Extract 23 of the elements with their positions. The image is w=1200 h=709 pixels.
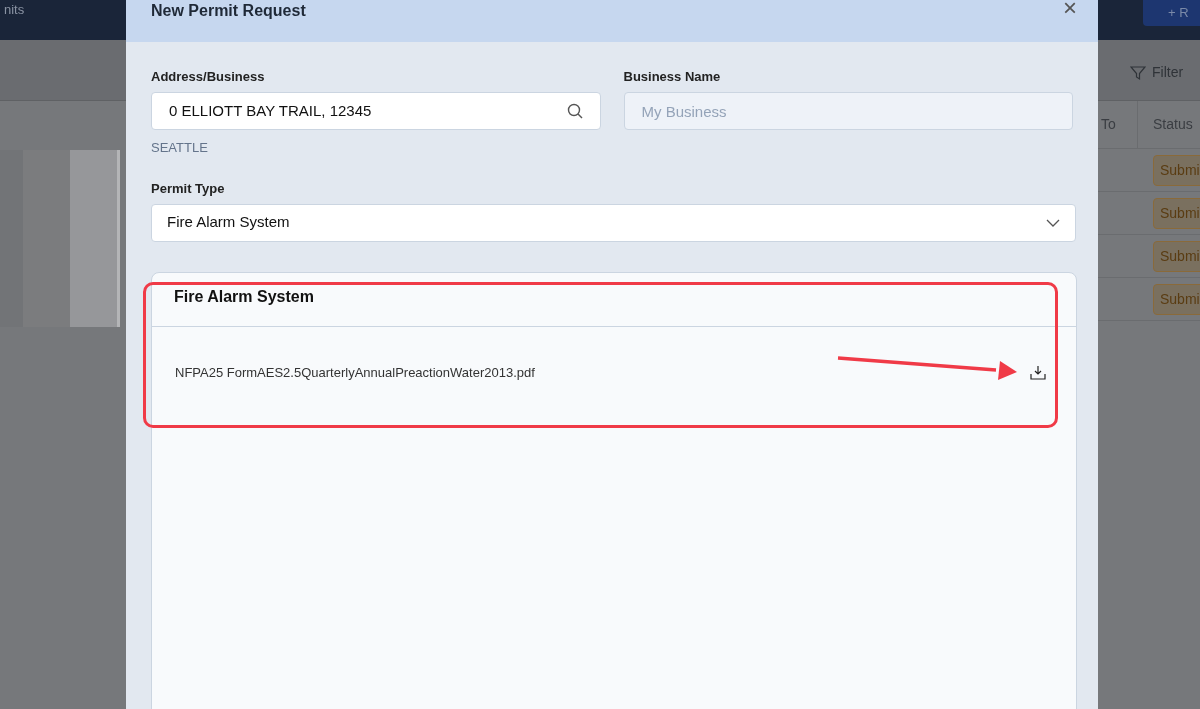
search-icon[interactable] bbox=[566, 103, 583, 119]
status-badge: Submi bbox=[1153, 283, 1200, 315]
column-header: To bbox=[1101, 101, 1138, 148]
file-name: NFPA25 FormAES2.5QuarterlyAnnualPreactionWater2013.pdf bbox=[175, 363, 535, 382]
field-label: Permit Type bbox=[151, 179, 226, 198]
new-button[interactable]: + R bbox=[1143, 0, 1200, 26]
address-city: SEATTLE bbox=[151, 139, 209, 157]
column-header: Status bbox=[1153, 115, 1193, 134]
download-icon[interactable] bbox=[1030, 365, 1046, 380]
nav-title[interactable]: nits bbox=[4, 0, 25, 20]
status-badge: Submi bbox=[1153, 240, 1200, 272]
chevron-down-icon bbox=[1046, 218, 1060, 227]
status-badge: Submi bbox=[1153, 197, 1200, 229]
status-badge: Submi bbox=[1153, 154, 1200, 186]
business-name-field[interactable]: My Business bbox=[623, 92, 1073, 130]
card-title: Fire Alarm System bbox=[174, 286, 314, 307]
field-label: Business Name bbox=[623, 68, 722, 86]
funnel-icon bbox=[1130, 64, 1146, 81]
address-field[interactable]: 0 ELLIOTT BAY TRAIL, 12345 bbox=[151, 92, 601, 130]
field-label: Address/Business bbox=[151, 68, 266, 86]
close-button[interactable]: × bbox=[1063, 0, 1077, 20]
modal-title: New Permit Request bbox=[151, 1, 306, 21]
permit-type-select[interactable]: Fire Alarm System bbox=[151, 203, 1076, 242]
